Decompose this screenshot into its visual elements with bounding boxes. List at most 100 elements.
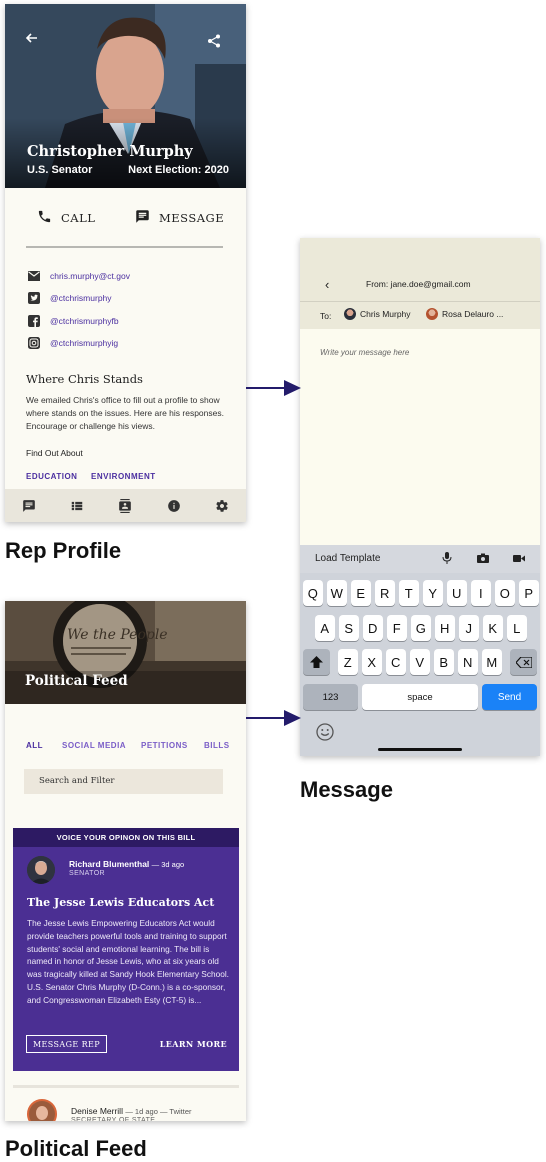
key-p[interactable]: P [519, 580, 539, 606]
message-header: ‹ From: jane.doe@gmail.com [300, 238, 540, 301]
key-b[interactable]: B [434, 649, 454, 675]
key-x[interactable]: X [362, 649, 382, 675]
avatar [27, 856, 55, 884]
contact-text: @ctchrismurphyig [50, 337, 119, 348]
contact-email[interactable]: chris.murphy@ct.gov [27, 269, 130, 282]
back-arrow-icon[interactable] [25, 31, 39, 48]
contact-instagram[interactable]: @ctchrismurphyig [27, 336, 118, 349]
key-i[interactable]: I [471, 580, 491, 606]
rep-name: Christopher Murphy [27, 143, 193, 160]
key-n[interactable]: N [458, 649, 478, 675]
post-time: — 3d ago [151, 860, 185, 869]
call-button[interactable]: CALL [37, 209, 95, 227]
phone-icon [37, 209, 52, 227]
recipient-name: Chris Murphy [360, 309, 411, 319]
key-y[interactable]: Y [423, 580, 443, 606]
recipient-chip[interactable]: Rosa Delauro ... [426, 308, 503, 320]
avatar [344, 308, 356, 320]
key-g[interactable]: G [411, 615, 431, 641]
contacts-icon[interactable] [117, 498, 133, 514]
tab-all[interactable]: ALL [26, 741, 43, 750]
tab-bills[interactable]: BILLS [204, 741, 230, 750]
topic-environment[interactable]: ENVIRONMENT [91, 472, 156, 481]
recipient-name: Rosa Delauro ... [442, 309, 504, 319]
key-r[interactable]: R [375, 580, 395, 606]
share-icon[interactable] [207, 34, 221, 51]
to-label: To: [320, 311, 332, 321]
key-u[interactable]: U [447, 580, 467, 606]
avatar [27, 1099, 57, 1121]
contact-twitter[interactable]: @ctchrismurphy [27, 291, 112, 304]
arrow-to-message-icon [246, 380, 301, 396]
arrow-to-message-icon [246, 710, 301, 726]
send-button[interactable]: Send [482, 684, 537, 710]
learn-more-link[interactable]: LEARN MORE [160, 1039, 227, 1049]
key-l[interactable]: L [507, 615, 527, 641]
bill-body: The Jesse Lewis Empowering Educators Act… [27, 918, 229, 1005]
contact-facebook[interactable]: @ctchrismurphyfb [27, 314, 119, 327]
back-chevron-icon[interactable]: ‹ [325, 277, 329, 292]
author-role: SENATOR [69, 870, 105, 877]
twitter-icon [27, 291, 40, 304]
key-j[interactable]: J [459, 615, 479, 641]
key-v[interactable]: V [410, 649, 430, 675]
key-f[interactable]: F [387, 615, 407, 641]
settings-icon[interactable] [214, 498, 230, 514]
key-w[interactable]: W [327, 580, 347, 606]
divider [26, 246, 223, 248]
info-icon[interactable] [166, 498, 182, 514]
call-label: CALL [61, 211, 96, 225]
chat-icon[interactable] [21, 498, 37, 514]
camera-icon[interactable] [477, 552, 489, 564]
load-template-button[interactable]: Load Template [315, 553, 380, 564]
key-t[interactable]: T [399, 580, 419, 606]
tab-petitions[interactable]: PETITIONS [141, 741, 188, 750]
to-row: To: Chris Murphy Rosa Delauro ... [300, 302, 540, 329]
shift-icon [310, 656, 323, 668]
emoji-icon[interactable] [316, 723, 334, 746]
bill-card: VOICE YOUR OPINON ON THIS BILL Richard B… [13, 828, 239, 1071]
key-q[interactable]: Q [303, 580, 323, 606]
key-m[interactable]: M [482, 649, 502, 675]
key-d[interactable]: D [363, 615, 383, 641]
key-a[interactable]: A [315, 615, 335, 641]
key-h[interactable]: H [435, 615, 455, 641]
space-key[interactable]: space [362, 684, 478, 710]
screens-overview: Christopher Murphy U.S. Senator Next Ele… [0, 0, 546, 1162]
rep-hero: Christopher Murphy U.S. Senator Next Ele… [5, 4, 246, 188]
backspace-icon [515, 656, 532, 668]
list-icon[interactable] [69, 498, 85, 514]
search-input[interactable]: Search and Filter [24, 769, 223, 794]
key-s[interactable]: S [339, 615, 359, 641]
keyboard: Load Template QWERTYUIOP ASDFGHJKL ZXCVBNM… [300, 545, 540, 756]
recipient-chip[interactable]: Chris Murphy [344, 308, 411, 320]
key-k[interactable]: K [483, 615, 503, 641]
feed-hero: We the People Political Feed [5, 601, 246, 704]
microphone-icon[interactable] [441, 552, 453, 564]
message-rep-button[interactable]: MESSAGE REP [26, 1035, 107, 1053]
bill-card-header: VOICE YOUR OPINON ON THIS BILL [13, 828, 239, 847]
facebook-icon [27, 314, 40, 327]
key-z[interactable]: Z [338, 649, 358, 675]
caption-rep-profile: Rep Profile [5, 538, 122, 563]
key-e[interactable]: E [351, 580, 371, 606]
author-name: Denise Merrill [71, 1106, 123, 1116]
author-role: SECRETARY OF STATE [71, 1117, 156, 1121]
video-icon[interactable] [513, 552, 525, 564]
delete-key[interactable] [510, 649, 537, 675]
message-button[interactable]: MESSAGE [135, 209, 224, 227]
shift-key[interactable] [303, 649, 330, 675]
message-body-input[interactable]: Write your message here [320, 348, 409, 357]
action-row: CALL MESSAGE [5, 204, 246, 234]
message-icon [135, 209, 150, 227]
key-o[interactable]: O [495, 580, 515, 606]
post-author: Denise Merrill — 1d ago — Twitter [71, 1106, 192, 1116]
contact-text: @ctchrismurphyfb [50, 315, 119, 326]
key-c[interactable]: C [386, 649, 406, 675]
caption-political-feed: Political Feed [5, 1136, 147, 1161]
tab-social-media[interactable]: SOCIAL MEDIA [62, 741, 126, 750]
bill-title: The Jesse Lewis Educators Act [27, 896, 215, 909]
topic-education[interactable]: EDUCATION [26, 472, 77, 481]
message-screen: ‹ From: jane.doe@gmail.com To: Chris Mur… [300, 238, 540, 756]
numbers-key[interactable]: 123 [303, 684, 358, 710]
